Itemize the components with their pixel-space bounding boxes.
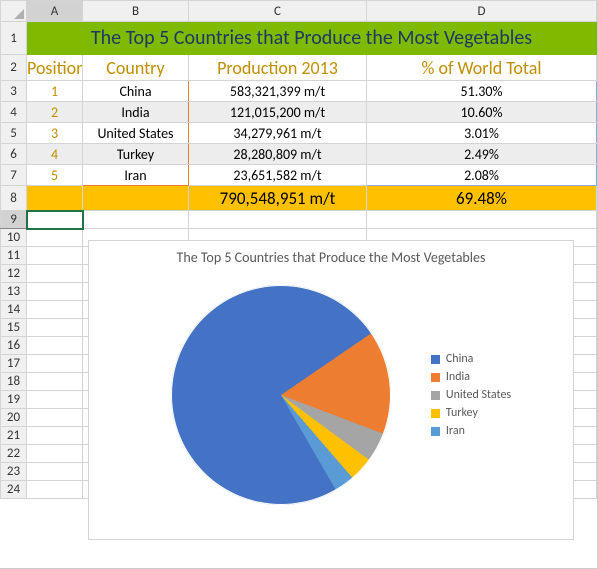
cell-B7[interactable]: Iran (83, 165, 189, 186)
cell-B6[interactable]: Turkey (83, 144, 189, 165)
row-2[interactable]: 2 (1, 55, 27, 81)
select-all-corner[interactable] (1, 1, 27, 22)
cell-B5[interactable]: United States (83, 123, 189, 144)
row-19[interactable]: 19 (1, 391, 27, 409)
chart-legend: China India United States Turkey Iran (431, 348, 511, 442)
legend-label: China (446, 352, 474, 366)
legend-swatch (431, 391, 440, 400)
spreadsheet: A B C D 1 The Top 5 Countries that Produ… (0, 0, 598, 569)
row-6[interactable]: 6 (1, 144, 27, 165)
cell-B4[interactable]: India (83, 102, 189, 123)
row-1[interactable]: 1 (1, 22, 27, 55)
cell-A9[interactable] (27, 211, 83, 229)
row-11[interactable]: 11 (1, 247, 27, 265)
cell-C9[interactable] (189, 211, 367, 229)
cell-D8[interactable]: 69.48% (367, 186, 597, 211)
row-8[interactable]: 8 (1, 186, 27, 211)
cell-B9[interactable] (83, 211, 189, 229)
row-7[interactable]: 7 (1, 165, 27, 186)
legend-label: Iran (446, 424, 465, 438)
cell-A8[interactable] (27, 186, 83, 211)
cell-A5[interactable]: 3 (27, 123, 83, 144)
legend-label: Turkey (446, 406, 478, 420)
col-B[interactable]: B (83, 1, 189, 22)
row-15[interactable]: 15 (1, 319, 27, 337)
cell-C7[interactable]: 23,651,582 m/t (189, 165, 367, 186)
col-A[interactable]: A (27, 1, 83, 22)
cell-A6[interactable]: 4 (27, 144, 83, 165)
cell-A7[interactable]: 5 (27, 165, 83, 186)
row-21[interactable]: 21 (1, 427, 27, 445)
cell-A4[interactable]: 2 (27, 102, 83, 123)
legend-swatch (431, 355, 440, 364)
col-header-row: A B C D (1, 1, 597, 22)
legend-item: Turkey (431, 406, 511, 420)
col-C[interactable]: C (189, 1, 367, 22)
legend-item: India (431, 370, 511, 384)
row-14[interactable]: 14 (1, 301, 27, 319)
legend-label: India (446, 370, 470, 384)
header-percent[interactable]: % of World Total (367, 55, 597, 81)
row-17[interactable]: 17 (1, 355, 27, 373)
cell-B8[interactable] (83, 186, 189, 211)
row-16[interactable]: 16 (1, 337, 27, 355)
row-10[interactable]: 10 (1, 229, 27, 247)
cell-C4[interactable]: 121,015,200 m/t (189, 102, 367, 123)
legend-swatch (431, 427, 440, 436)
row-22[interactable]: 22 (1, 445, 27, 463)
row-18[interactable]: 18 (1, 373, 27, 391)
cell-C6[interactable]: 28,280,809 m/t (189, 144, 367, 165)
legend-item: United States (431, 388, 511, 402)
row-23[interactable]: 23 (1, 463, 27, 481)
legend-label: United States (446, 388, 511, 402)
header-production[interactable]: Production 2013 (189, 55, 367, 81)
header-position[interactable]: Position (27, 55, 83, 81)
cell-C5[interactable]: 34,279,961 m/t (189, 123, 367, 144)
row-20[interactable]: 20 (1, 409, 27, 427)
cell-D5[interactable]: 3.01% (367, 123, 597, 144)
row-13[interactable]: 13 (1, 283, 27, 301)
title-cell[interactable]: The Top 5 Countries that Produce the Mos… (27, 22, 597, 55)
cell-B3[interactable]: China (83, 81, 189, 102)
row-5[interactable]: 5 (1, 123, 27, 144)
chart-title: The Top 5 Countries that Produce the Mos… (89, 241, 573, 270)
row-3[interactable]: 3 (1, 81, 27, 102)
cell-A3[interactable]: 1 (27, 81, 83, 102)
row-9[interactable]: 9 (1, 211, 27, 229)
legend-item: Iran (431, 424, 511, 438)
col-D[interactable]: D (367, 1, 597, 22)
legend-swatch (431, 373, 440, 382)
cell-C3[interactable]: 583,321,399 m/t (189, 81, 367, 102)
cell-A10[interactable] (27, 229, 83, 247)
cell-D6[interactable]: 2.49% (367, 144, 597, 165)
pie-graphic (171, 285, 391, 505)
legend-item: China (431, 352, 511, 366)
cell-D7[interactable]: 2.08% (367, 165, 597, 186)
chart-body: China India United States Turkey Iran (89, 270, 573, 520)
pie-chart[interactable]: The Top 5 Countries that Produce the Mos… (88, 240, 574, 540)
cell-D3[interactable]: 51.30% (367, 81, 597, 102)
cell-D4[interactable]: 10.60% (367, 102, 597, 123)
cell-C8[interactable]: 790,548,951 m/t (189, 186, 367, 211)
legend-swatch (431, 409, 440, 418)
row-4[interactable]: 4 (1, 102, 27, 123)
row-12[interactable]: 12 (1, 265, 27, 283)
row-24[interactable]: 24 (1, 481, 27, 499)
cell-D9[interactable] (367, 211, 597, 229)
header-country[interactable]: Country (83, 55, 189, 81)
